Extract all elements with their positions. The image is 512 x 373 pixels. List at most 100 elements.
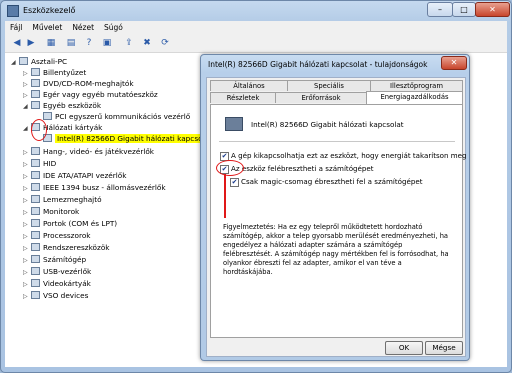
- device-manager-icon: [7, 5, 19, 17]
- expand-icon[interactable]: ▷: [23, 267, 31, 278]
- back-icon[interactable]: ◀: [11, 37, 23, 49]
- tree-node-ide[interactable]: ▷ IDE ATA/ATAPI vezérlők: [23, 170, 127, 181]
- properties-dialog: Intel(R) 82566D Gigabit hálózati kapcsol…: [200, 54, 470, 361]
- tree-node-label: DVD/CD-ROM-meghajtók: [43, 79, 134, 88]
- cancel-button[interactable]: Mégse: [425, 341, 463, 355]
- tree-node-label: Intel(R) 82566D Gigabit hálózati kapcsol…: [55, 134, 214, 143]
- expand-icon[interactable]: ▷: [23, 195, 31, 206]
- expand-icon[interactable]: ▷: [23, 159, 31, 170]
- console-icon[interactable]: ▣: [101, 37, 113, 49]
- port-icon: [31, 219, 40, 227]
- usb-icon: [31, 267, 40, 275]
- tree-node-keyboard[interactable]: ▷ Billentyűzet: [23, 67, 86, 78]
- dialog-title: Intel(R) 82566D Gigabit hálózati kapcsol…: [208, 60, 428, 69]
- network-adapter-icon: [225, 117, 243, 131]
- toolbar: ◀ ▶ ▦ ▤ ? ▣ ⇪ ✖ ⟳: [5, 34, 507, 53]
- menu-file[interactable]: Fájl: [5, 21, 27, 34]
- disk-icon: [31, 195, 40, 203]
- tree-node-system-devices[interactable]: ▷ Rendszereszközök: [23, 242, 110, 253]
- view-icon[interactable]: ▦: [45, 37, 57, 49]
- menu-action[interactable]: Művelet: [27, 21, 67, 34]
- expand-icon[interactable]: ▷: [23, 207, 31, 218]
- tree-node-firewire[interactable]: ▷ IEEE 1394 busz - állomásvezérlők: [23, 182, 166, 193]
- expand-icon[interactable]: ▷: [23, 231, 31, 242]
- forward-icon[interactable]: ▶: [25, 37, 37, 49]
- collapse-icon[interactable]: ◢: [23, 101, 31, 112]
- tree-node-computer[interactable]: ◢ Asztali-PC: [11, 56, 67, 67]
- tree-node-usb[interactable]: ▷ USB-vezérlők: [23, 266, 91, 277]
- tree-node-label: Portok (COM és LPT): [43, 219, 118, 228]
- expand-icon[interactable]: ▷: [23, 171, 31, 182]
- tree-node-mouse[interactable]: ▷ Egér vagy egyéb mutatóeszköz: [23, 89, 158, 100]
- tree-node-label: HID: [43, 159, 57, 168]
- separator: [219, 141, 455, 142]
- tab-advanced[interactable]: Speciális: [287, 80, 371, 91]
- expand-icon[interactable]: ▷: [23, 243, 31, 254]
- tab-general[interactable]: Általános: [210, 80, 288, 91]
- expand-icon[interactable]: ▷: [23, 291, 31, 302]
- magic-packet-checkbox[interactable]: ✔: [230, 178, 239, 187]
- menu-bar: Fájl Művelet Nézet Súgó: [5, 21, 507, 34]
- tree-node-label: Hang-, videó- és játékvezérlők: [43, 147, 155, 156]
- expand-icon[interactable]: ▷: [23, 147, 31, 158]
- tree-node-vso[interactable]: ▷ VSO devices: [23, 290, 88, 301]
- tree-node-label: Egér vagy egyéb mutatóeszköz: [43, 90, 158, 99]
- tree-node-sound[interactable]: ▷ Hang-, videó- és játékvezérlők: [23, 146, 154, 157]
- tree-node-label: Asztali-PC: [31, 57, 68, 66]
- allow-power-off-label: A gép kikapcsolhatja ezt az eszközt, hog…: [231, 151, 467, 160]
- dialog-close-button[interactable]: ✕: [441, 56, 467, 70]
- tab-driver[interactable]: Illesztőprogram: [370, 80, 463, 91]
- expand-icon[interactable]: ▷: [23, 279, 31, 290]
- minimize-button[interactable]: –: [427, 2, 453, 17]
- power-management-panel: Intel(R) 82566D Gigabit hálózati kapcsol…: [210, 104, 467, 338]
- tree-node-dvd[interactable]: ▷ DVD/CD-ROM-meghajtók: [23, 78, 134, 89]
- tab-power-management[interactable]: Energiagazdálkodás: [366, 91, 463, 104]
- firewire-icon: [31, 183, 40, 191]
- annotation-circle: [31, 119, 47, 141]
- tab-details[interactable]: Részletek: [210, 92, 276, 103]
- tree-node-label: Monitorok: [43, 207, 80, 216]
- window-title: Eszközkezelő: [23, 6, 76, 15]
- expand-icon[interactable]: ▷: [23, 219, 31, 230]
- tree-node-label: PCI egyszerű kommunikációs vezérlő: [55, 112, 191, 121]
- tree-node-other-devices[interactable]: ◢ Egyéb eszközök: [23, 100, 101, 111]
- menu-view[interactable]: Nézet: [67, 21, 99, 34]
- properties-icon[interactable]: ▤: [65, 37, 77, 49]
- collapse-icon[interactable]: ◢: [23, 123, 31, 134]
- close-button[interactable]: ✕: [475, 2, 510, 17]
- uninstall-icon[interactable]: ✖: [141, 37, 153, 49]
- tree-node-pci-controller[interactable]: PCI egyszerű kommunikációs vezérlő: [35, 111, 190, 122]
- tab-resources[interactable]: Erőforrások: [275, 92, 367, 103]
- menu-help[interactable]: Súgó: [99, 21, 128, 34]
- tree-node-label: IDE ATA/ATAPI vezérlők: [43, 171, 127, 180]
- help-icon[interactable]: ?: [83, 37, 95, 49]
- tree-node-label: IEEE 1394 busz - állomásvezérlők: [43, 183, 166, 192]
- tree-node-label: Hálózati kártyák: [43, 123, 103, 132]
- maximize-button[interactable]: □: [452, 2, 476, 17]
- expand-icon[interactable]: ▷: [23, 183, 31, 194]
- tree-node-hid[interactable]: ▷ HID: [23, 158, 56, 169]
- expand-icon[interactable]: ▷: [23, 255, 31, 266]
- magic-packet-label: Csak magic-csomag ébresztheti fel a szám…: [241, 177, 423, 186]
- ide-icon: [31, 171, 40, 179]
- update-driver-icon[interactable]: ⇪: [123, 37, 135, 49]
- device-name: Intel(R) 82566D Gigabit hálózati kapcsol…: [251, 120, 404, 129]
- ok-button[interactable]: OK: [385, 341, 423, 355]
- collapse-icon[interactable]: ◢: [11, 57, 19, 68]
- computer-icon: [19, 57, 28, 65]
- tree-node-processors[interactable]: ▷ Processzorok: [23, 230, 91, 241]
- title-bar[interactable]: Eszközkezelő – □ ✕: [1, 1, 511, 21]
- tree-node-computer-class[interactable]: ▷ Számítógép: [23, 254, 86, 265]
- tree-node-intel-adapter[interactable]: Intel(R) 82566D Gigabit hálózati kapcsol…: [35, 133, 214, 144]
- system-icon: [31, 243, 40, 251]
- computer-icon: [31, 255, 40, 263]
- tree-node-monitors[interactable]: ▷ Monitorok: [23, 206, 79, 217]
- tree-node-ports[interactable]: ▷ Portok (COM és LPT): [23, 218, 117, 229]
- display-icon: [31, 279, 40, 287]
- annotation-arrow: [224, 174, 226, 218]
- sound-icon: [31, 147, 40, 155]
- scan-icon[interactable]: ⟳: [159, 37, 171, 49]
- tree-node-display[interactable]: ▷ Videokártyák: [23, 278, 91, 289]
- tree-node-disk[interactable]: ▷ Lemezmeghajtó: [23, 194, 102, 205]
- tree-node-label: Videokártyák: [43, 279, 91, 288]
